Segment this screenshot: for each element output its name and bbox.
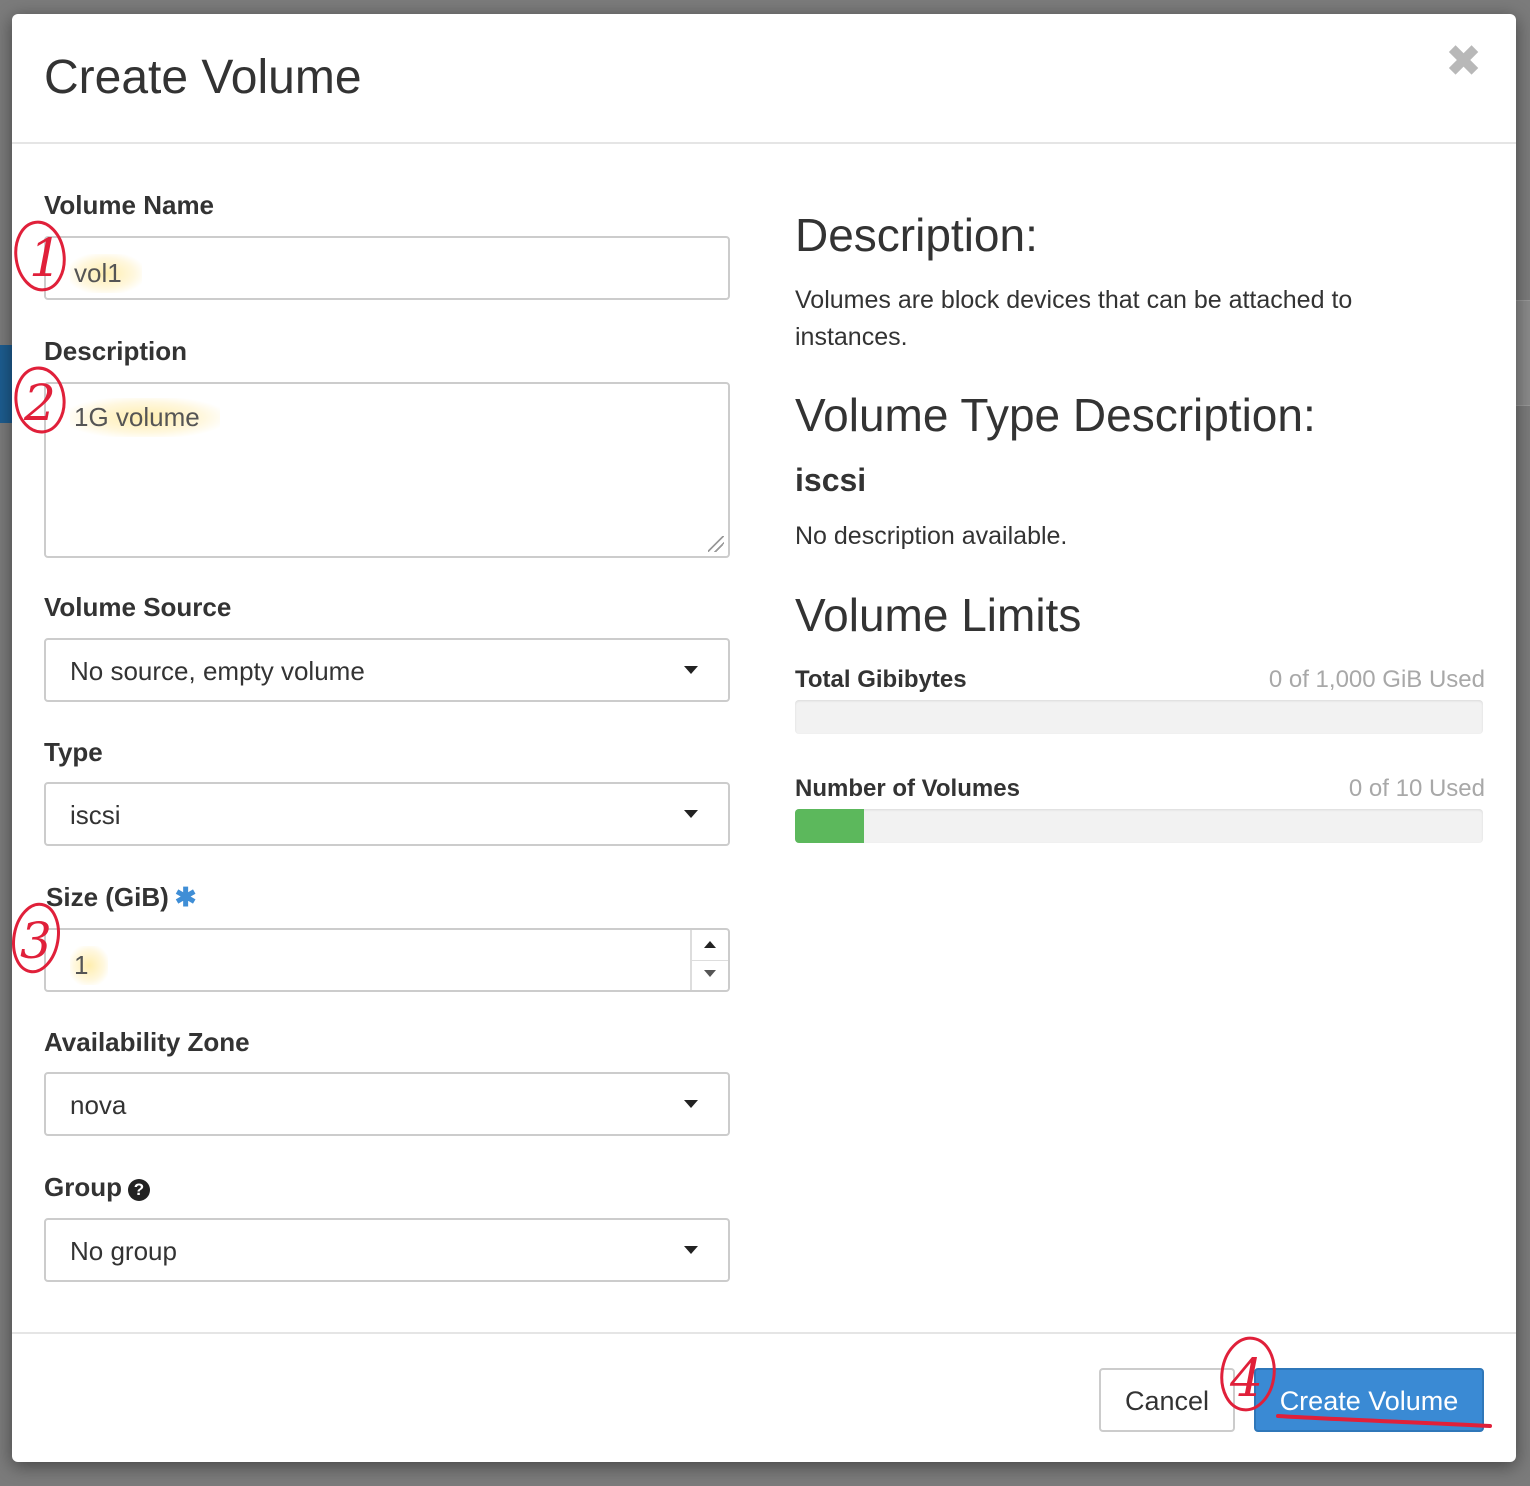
availability-zone-select[interactable]: nova (44, 1072, 730, 1136)
number-of-volumes-progress-fill (795, 809, 864, 843)
type-label: Type (44, 737, 103, 767)
volume-type-name: iscsi (795, 462, 867, 498)
size-label: Size (GiB) ✱ (46, 882, 197, 913)
group-label: Group? (44, 1172, 150, 1203)
size-value: 1 (70, 946, 109, 985)
volume-name-value: vol1 (70, 254, 142, 293)
availability-zone-label: Availability Zone (44, 1027, 250, 1057)
number-of-volumes-progress (795, 809, 1483, 843)
volume-source-selected: No source, empty volume (70, 656, 365, 686)
type-select[interactable]: iscsi (44, 782, 730, 846)
volume-source-select[interactable]: No source, empty volume (44, 638, 730, 702)
chevron-down-icon (684, 1246, 698, 1254)
chevron-down-icon (684, 666, 698, 674)
description-textarea[interactable]: 1G volume (44, 382, 730, 558)
group-label-text: Group (44, 1172, 122, 1202)
background-panel-edge (1516, 300, 1530, 406)
cancel-button[interactable]: Cancel (1099, 1368, 1235, 1432)
background-nav-highlight (0, 345, 12, 423)
total-gibibytes-label: Total Gibibytes (795, 666, 967, 693)
required-star-icon: ✱ (174, 882, 197, 912)
size-label-text: Size (GiB) (46, 882, 169, 912)
number-of-volumes-used: 0 of 10 Used (1348, 775, 1485, 802)
description-text: Volumes are block devices that can be at… (795, 286, 1353, 351)
increment-arrow-icon[interactable] (692, 930, 728, 961)
chevron-down-icon (684, 810, 698, 818)
create-volume-button[interactable]: Create Volume (1254, 1368, 1484, 1432)
modal-title: Create Volume (44, 51, 362, 104)
volume-name-label: Volume Name (44, 190, 215, 220)
volume-limits-heading: Volume Limits (795, 589, 1082, 641)
number-of-volumes-label: Number of Volumes (795, 775, 1020, 802)
group-select[interactable]: No group (44, 1218, 730, 1282)
help-icon[interactable]: ? (128, 1179, 150, 1201)
type-selected: iscsi (70, 800, 121, 830)
create-volume-modal: Create Volume ✖ Volume Name vol1 Descrip… (12, 14, 1516, 1462)
availability-zone-selected: nova (70, 1090, 127, 1120)
size-spinner (690, 930, 728, 990)
group-selected: No group (70, 1236, 177, 1266)
volume-name-input[interactable]: vol1 (44, 236, 730, 300)
volume-type-heading: Volume Type Description: (795, 389, 1316, 441)
volume-source-label: Volume Source (44, 592, 232, 622)
resize-handle-icon[interactable] (708, 536, 724, 552)
total-gibibytes-used: 0 of 1,000 GiB Used (1268, 666, 1485, 693)
chevron-down-icon (684, 1100, 698, 1108)
decrement-arrow-icon[interactable] (692, 960, 728, 990)
description-heading: Description: (795, 209, 1038, 261)
modal-header: Create Volume ✖ (12, 14, 1516, 144)
total-gibibytes-progress (795, 700, 1483, 734)
description-label: Description (44, 336, 188, 366)
modal-footer: Cancel Create Volume (12, 1332, 1516, 1462)
volume-type-text: No description available. (795, 522, 1068, 550)
close-icon[interactable]: ✖ (1445, 40, 1482, 84)
description-value: 1G volume (70, 398, 220, 437)
size-number-input[interactable]: 1 (44, 928, 730, 992)
